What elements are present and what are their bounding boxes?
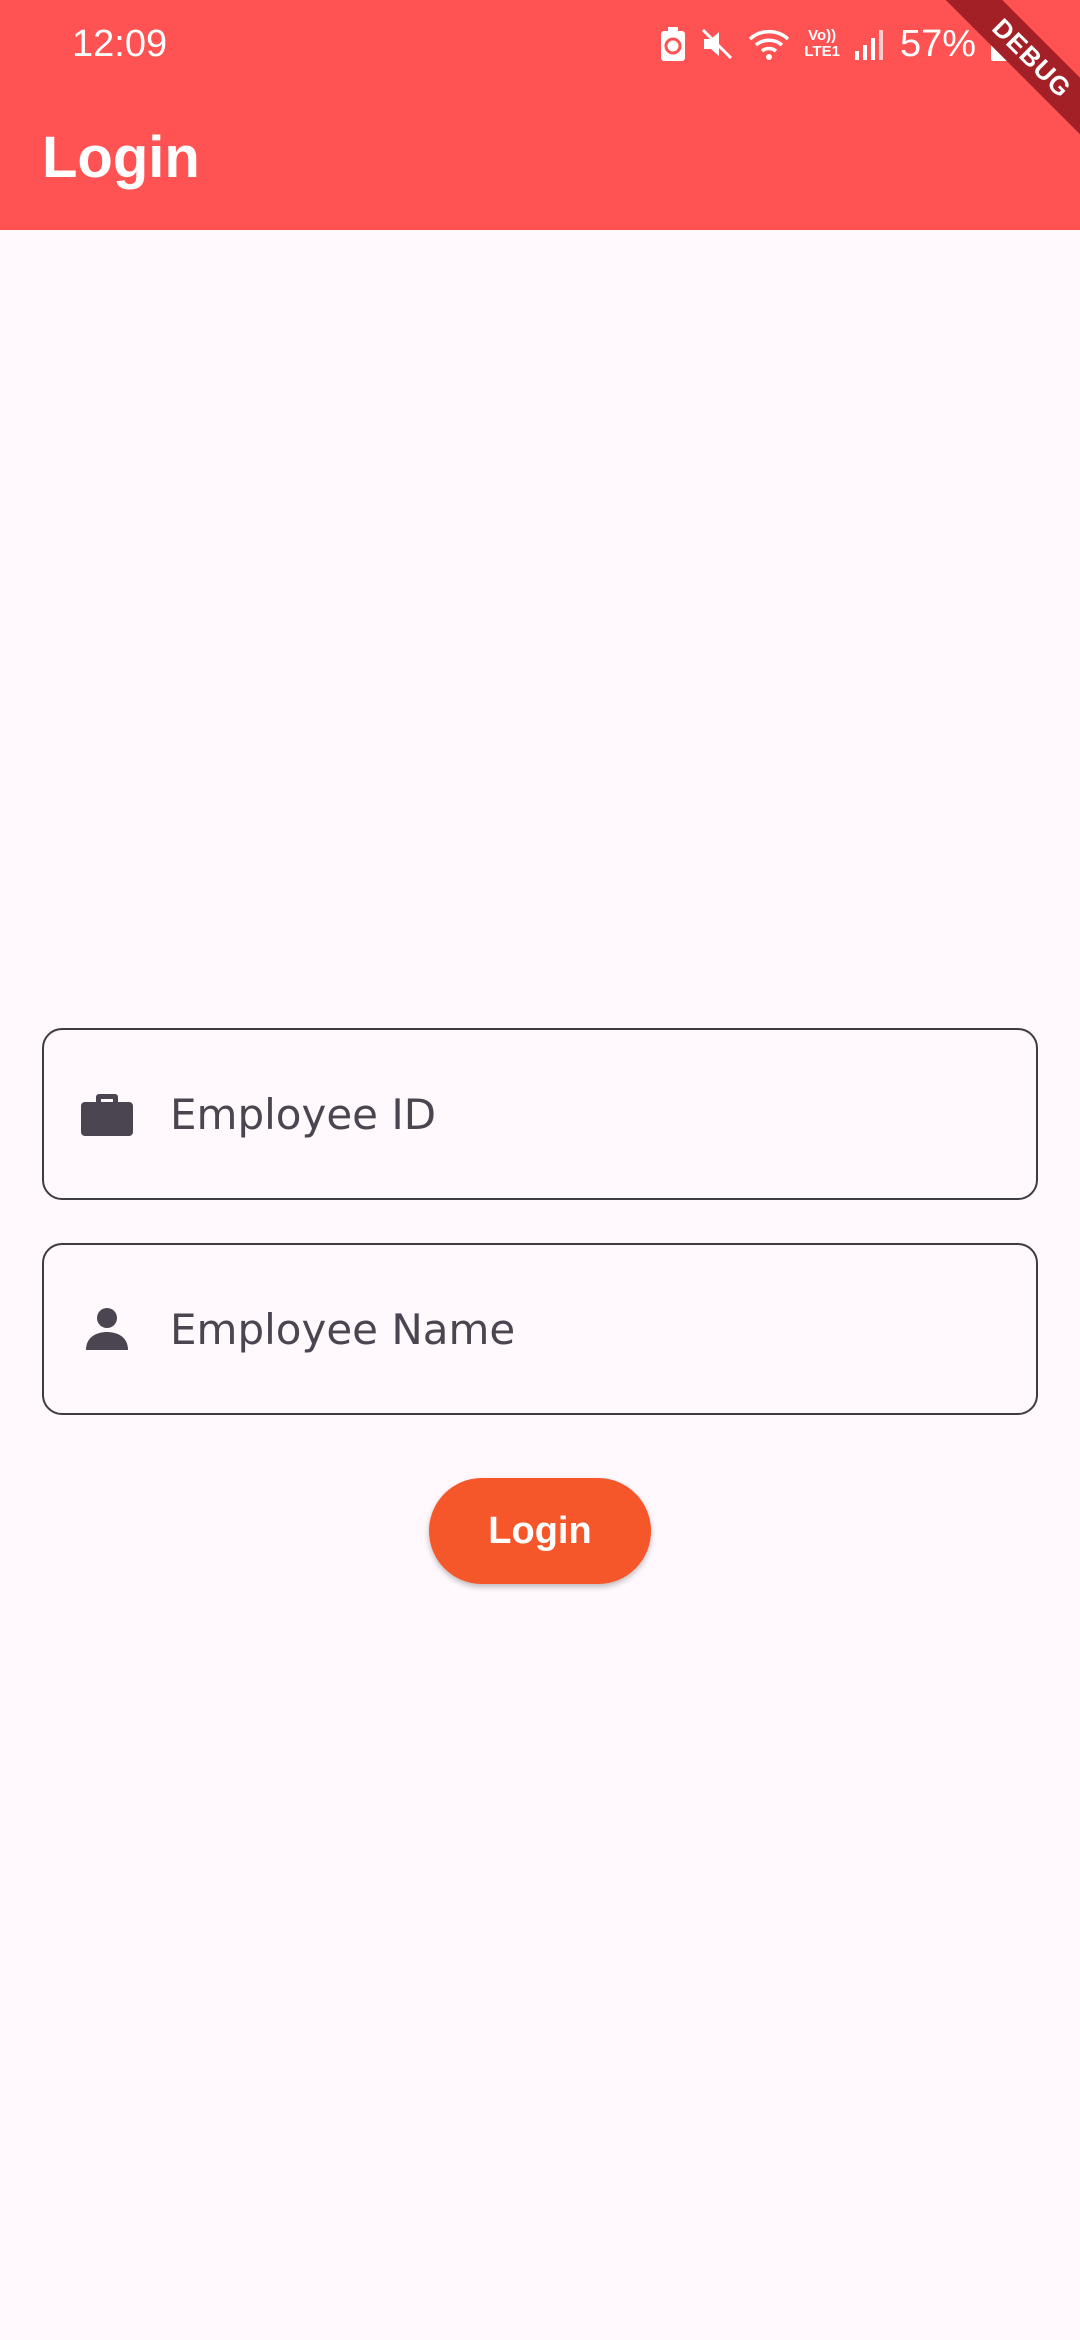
battery-saver-icon [660, 27, 686, 61]
volte-label-top: Vo)) [808, 27, 837, 44]
employee-name-placeholder: Employee Name [170, 1304, 516, 1354]
mute-icon [700, 27, 734, 61]
volte-label-bottom: LTE1 [804, 43, 840, 60]
status-time: 12:09 [72, 23, 168, 65]
employee-id-placeholder: Employee ID [170, 1089, 437, 1139]
page-title: Login [42, 125, 200, 190]
app-bar: 12:09 Vo)) LTE1 57% DEBUG Login [0, 0, 1080, 230]
login-button[interactable]: Login [429, 1478, 651, 1584]
status-icons: Vo)) LTE1 57% [660, 18, 1010, 70]
wifi-icon [748, 27, 790, 61]
employee-name-field[interactable]: Employee Name [42, 1243, 1038, 1415]
employee-id-field[interactable]: Employee ID [42, 1028, 1038, 1200]
volte-icon: Vo)) LTE1 [804, 28, 840, 60]
battery-percent: 57% [899, 22, 976, 65]
briefcase-icon [78, 1085, 136, 1143]
signal-icon [854, 27, 886, 61]
person-icon [78, 1300, 136, 1358]
